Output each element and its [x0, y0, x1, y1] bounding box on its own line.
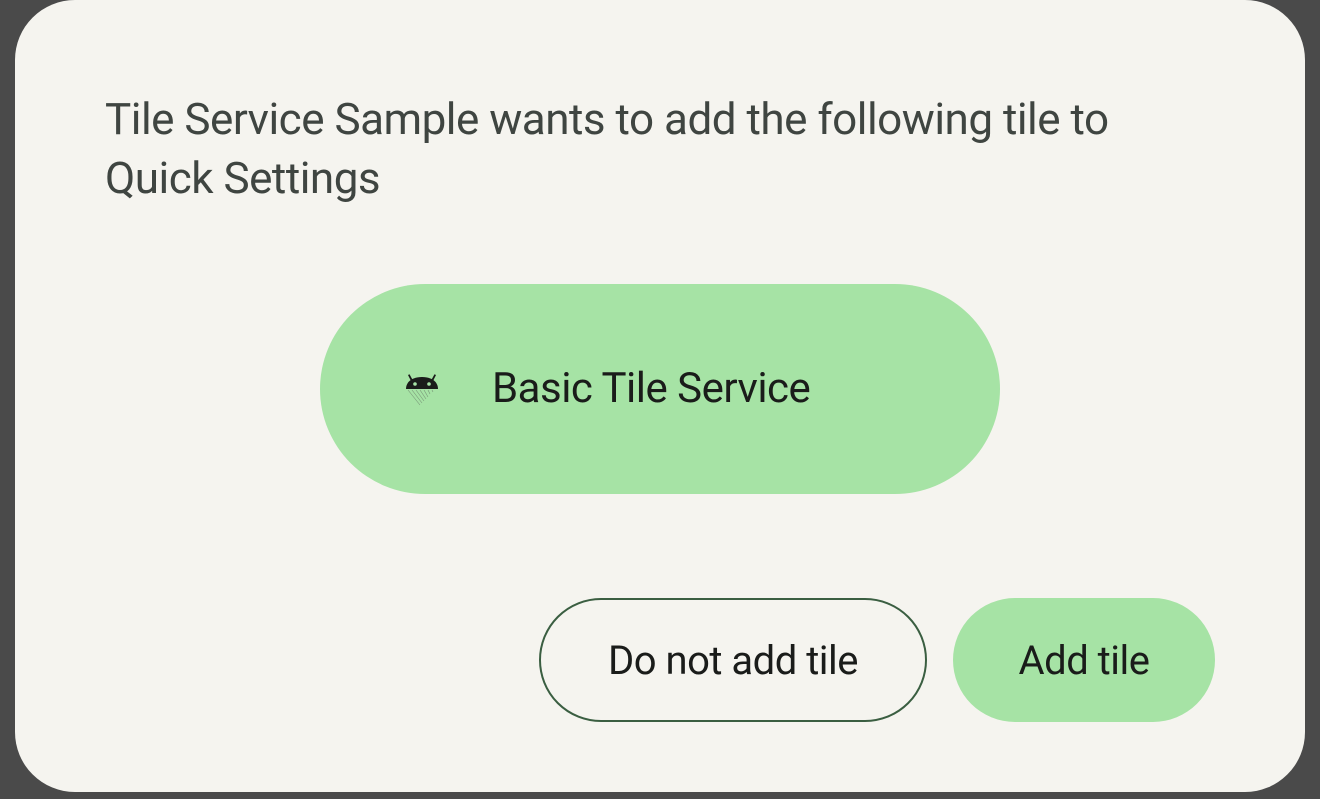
- do-not-add-tile-button[interactable]: Do not add tile: [539, 598, 927, 722]
- android-icon: [400, 367, 444, 411]
- add-tile-button[interactable]: Add tile: [953, 598, 1215, 722]
- add-tile-dialog: Tile Service Sample wants to add the fol…: [15, 0, 1305, 792]
- dialog-title: Tile Service Sample wants to add the fol…: [105, 90, 1215, 209]
- dialog-actions: Do not add tile Add tile: [105, 598, 1215, 732]
- tile-preview: Basic Tile Service: [320, 284, 1000, 494]
- tile-label: Basic Tile Service: [492, 364, 810, 413]
- tile-preview-container: Basic Tile Service: [105, 284, 1215, 494]
